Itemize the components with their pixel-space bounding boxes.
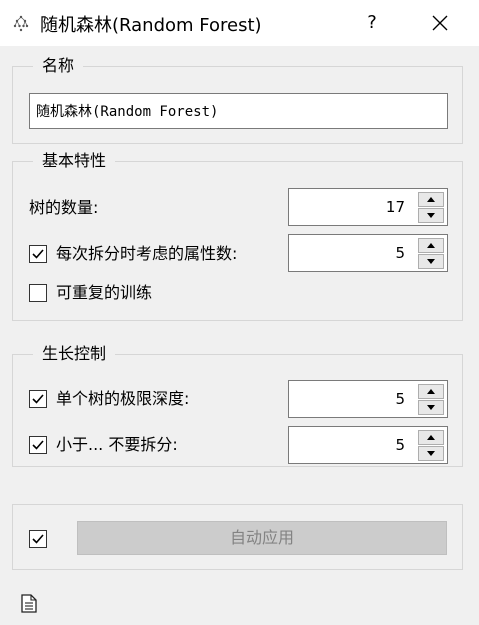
basic-properties-title: 基本特性 — [33, 151, 116, 171]
chevron-up-icon — [427, 435, 435, 440]
max-depth-increment-button[interactable] — [418, 384, 444, 399]
reproducible-checkbox[interactable] — [29, 284, 47, 302]
min-split-label: 小于... 不要拆分: — [56, 435, 178, 454]
min-split-checkbox[interactable] — [29, 436, 47, 454]
basic-properties-group: 基本特性 树的数量: 17 每次拆分时考虑的属性数: 5 可重复的训练 — [12, 151, 463, 321]
checkmark-icon — [32, 534, 44, 544]
max-depth-checkbox[interactable] — [29, 390, 47, 408]
chevron-up-icon — [427, 197, 435, 202]
max-depth-value: 5 — [395, 390, 405, 408]
max-depth-spinbox[interactable]: 5 — [288, 380, 448, 418]
chevron-down-icon — [427, 451, 435, 456]
max-features-decrement-button[interactable] — [418, 254, 444, 269]
title-bar: 随机森林(Random Forest) ? — [0, 0, 479, 46]
growth-control-title: 生长控制 — [33, 344, 116, 364]
chevron-down-icon — [427, 259, 435, 264]
max-features-increment-button[interactable] — [418, 238, 444, 253]
max-features-value: 5 — [395, 244, 405, 262]
report-document-icon[interactable] — [21, 594, 37, 617]
checkmark-icon — [32, 249, 44, 259]
checkmark-icon — [32, 440, 44, 450]
name-group: 名称 — [12, 56, 463, 144]
name-group-title: 名称 — [33, 56, 84, 76]
auto-apply-checkbox[interactable] — [29, 530, 47, 548]
reproducible-label: 可重复的训练 — [56, 283, 153, 302]
auto-apply-button[interactable]: 自动应用 — [77, 521, 447, 555]
window-title: 随机森林(Random Forest) — [40, 15, 262, 36]
chevron-up-icon — [427, 389, 435, 394]
n-trees-decrement-button[interactable] — [418, 208, 444, 223]
min-split-increment-button[interactable] — [418, 430, 444, 445]
random-forest-icon — [12, 14, 30, 32]
n-trees-label: 树的数量: — [29, 198, 99, 217]
max-depth-decrement-button[interactable] — [418, 400, 444, 415]
max-depth-label: 单个树的极限深度: — [56, 389, 190, 408]
chevron-down-icon — [427, 213, 435, 218]
min-split-decrement-button[interactable] — [418, 446, 444, 461]
n-trees-value: 17 — [385, 198, 405, 216]
help-button[interactable]: ? — [350, 8, 394, 38]
model-name-input[interactable] — [29, 93, 448, 129]
max-features-checkbox[interactable] — [29, 245, 47, 263]
chevron-up-icon — [427, 243, 435, 248]
min-split-spinbox[interactable]: 5 — [288, 426, 448, 464]
checkmark-icon — [32, 394, 44, 404]
close-button[interactable] — [418, 8, 462, 38]
n-trees-spinbox[interactable]: 17 — [288, 188, 448, 226]
n-trees-increment-button[interactable] — [418, 192, 444, 207]
min-split-value: 5 — [395, 436, 405, 454]
apply-group: 自动应用 — [12, 504, 463, 570]
max-features-label: 每次拆分时考虑的属性数: — [56, 244, 238, 263]
growth-control-group: 生长控制 单个树的极限深度: 5 小于... 不要拆分: 5 — [12, 344, 463, 467]
chevron-down-icon — [427, 405, 435, 410]
close-icon — [432, 15, 448, 31]
max-features-spinbox[interactable]: 5 — [288, 234, 448, 272]
